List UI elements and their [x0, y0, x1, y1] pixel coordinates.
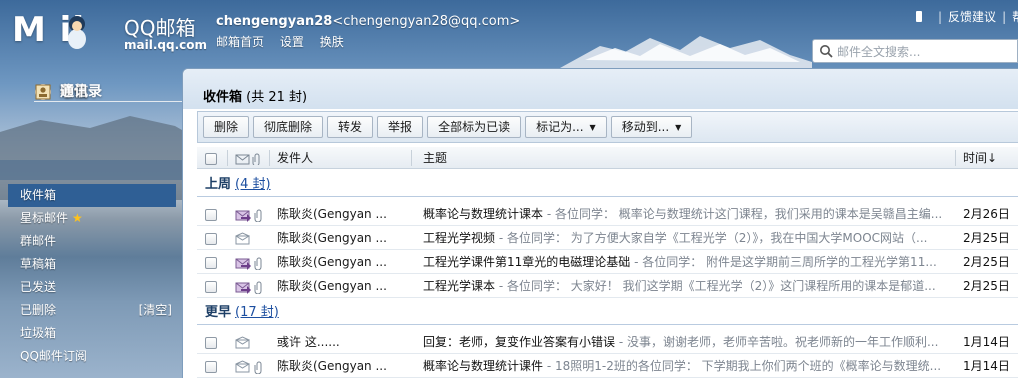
- forward-attachment-icon: [235, 250, 265, 274]
- mark-as-dropdown[interactable]: 标记为... ▼: [525, 116, 607, 138]
- row-sender: 陈耿炎(Gengyan ...: [277, 255, 387, 269]
- chevron-down-icon: ▼: [675, 123, 682, 132]
- row-checkbox[interactable]: [205, 336, 217, 349]
- row-checkbox[interactable]: [205, 208, 217, 221]
- row-sender: 彧许 这......: [277, 335, 340, 349]
- row-checkbox[interactable]: [205, 360, 217, 373]
- row-subject: 概率论与数理统计课本: [423, 207, 544, 221]
- table-row[interactable]: 陈耿炎(Gengyan ... 工程光学视频 - 各位同学： 为了方便大家自学《…: [197, 226, 1018, 250]
- mail-list-panel: 收件箱 (共 21 封) 删除 彻底删除 转发 举报 全部标为已读 标记为...…: [182, 68, 1018, 378]
- row-checkbox[interactable]: [205, 280, 217, 293]
- group-count-link[interactable]: (4 封): [235, 177, 271, 192]
- row-subject: 概率论与数理统计课件: [423, 359, 544, 373]
- row-date: 2月25日: [963, 255, 1010, 269]
- row-subject: 回复：老师，复变作业答案有小错误: [423, 335, 616, 349]
- forward-attachment-icon: [235, 274, 265, 298]
- chevron-down-icon: ▼: [589, 123, 596, 132]
- table-row[interactable]: 陈耿炎(Gengyan ... 概率论与数理统计课本 - 各位同学： 概率论与数…: [197, 202, 1018, 226]
- row-checkbox[interactable]: [205, 256, 217, 269]
- row-preview: - 各位同学： 大家好！ 我们这学期《工程光学（2）》这门课程所用的课本是郁道.…: [495, 279, 936, 293]
- row-sender: 陈耿炎(Gengyan ...: [277, 207, 387, 221]
- folder-group-mail[interactable]: 群邮件: [8, 230, 176, 253]
- row-date: 2月26日: [963, 207, 1010, 221]
- select-all-checkbox[interactable]: [205, 147, 217, 169]
- empty-trash-link[interactable]: [清空]: [139, 299, 172, 322]
- permanent-delete-button[interactable]: 彻底删除: [253, 116, 324, 138]
- report-button[interactable]: 举报: [377, 116, 424, 138]
- panel-header: [183, 69, 1018, 109]
- link-mail-home[interactable]: 邮箱首页: [216, 35, 264, 49]
- row-date: 1月14日: [963, 335, 1010, 349]
- row-date: 2月25日: [963, 231, 1010, 245]
- user-name: chengengyan28: [216, 14, 333, 29]
- folder-subscriptions[interactable]: QQ邮件订阅: [8, 345, 176, 368]
- row-subject: 工程光学视频: [423, 231, 496, 245]
- mobile-icon[interactable]: [916, 11, 922, 22]
- row-sender: 陈耿炎(Gengyan ...: [277, 231, 387, 245]
- star-icon: ★: [72, 211, 83, 225]
- folder-spam[interactable]: 垃圾箱: [8, 322, 176, 345]
- row-subject: 工程光学课本: [423, 279, 496, 293]
- contacts-icon: [35, 84, 51, 99]
- sender-column[interactable]: 发件人: [277, 147, 313, 169]
- mail-toolbar: 删除 彻底删除 转发 举报 全部标为已读 标记为... ▼ 移动到... ▼: [197, 111, 1018, 143]
- link-feedback[interactable]: 反馈建议: [948, 10, 996, 24]
- folder-sent[interactable]: 已发送: [8, 276, 176, 299]
- move-to-dropdown[interactable]: 移动到... ▼: [610, 116, 693, 138]
- qq-mail-logo[interactable]: M il QQ邮箱 mail.qq.com: [12, 8, 207, 52]
- mark-all-read-button[interactable]: 全部标为已读: [427, 116, 522, 138]
- search-input[interactable]: 邮件全文搜索...: [812, 39, 1018, 63]
- search-icon: [820, 45, 833, 58]
- row-subject: 工程光学课件第11章光的电磁理论基础: [423, 255, 631, 269]
- group-last-week: 上周 (4 封): [197, 173, 1018, 197]
- row-sender: 陈耿炎(Gengyan ...: [277, 279, 387, 293]
- forward-button[interactable]: 转发: [327, 116, 374, 138]
- subject-column[interactable]: 主题: [423, 147, 447, 169]
- link-change-skin[interactable]: 换肤: [320, 35, 344, 49]
- row-checkbox[interactable]: [205, 232, 217, 245]
- top-links: 邮箱首页 设置 换肤: [216, 33, 356, 50]
- folder-list: 收件箱 星标邮件 ★ 群邮件 草稿箱 已发送 已删除 [清空] 垃圾箱 QQ邮件订阅: [8, 184, 176, 368]
- row-preview: - 各位同学： 为了方便大家自学《工程光学（2）》，我在中国大学MOOC网站（.…: [495, 231, 928, 245]
- right-links: |反馈建议|帮: [916, 8, 1018, 25]
- logo-mascot-icon: [68, 16, 86, 49]
- read-mail-icon: [235, 226, 265, 250]
- time-column[interactable]: 时间↓: [963, 147, 997, 169]
- table-row[interactable]: 彧许 这...... 回复：老师，复变作业答案有小错误 - 没事，谢谢老师，老师…: [197, 330, 1018, 354]
- read-mail-attachment-icon: [235, 354, 265, 378]
- read-mail-icon: [235, 330, 265, 354]
- folder-deleted[interactable]: 已删除 [清空]: [8, 299, 176, 322]
- group-earlier: 更早 (17 封): [197, 301, 1018, 325]
- link-help[interactable]: 帮: [1012, 10, 1018, 24]
- row-date: 1月14日: [963, 359, 1010, 373]
- delete-button[interactable]: 删除: [203, 116, 250, 138]
- row-sender: 陈耿炎(Gengyan ...: [277, 359, 387, 373]
- user-email: <chengengyan28@qq.com>: [332, 14, 521, 29]
- folder-inbox[interactable]: 收件箱: [8, 184, 176, 207]
- table-row[interactable]: 陈耿炎(Gengyan ... 工程光学课件第11章光的电磁理论基础 - 各位同…: [197, 250, 1018, 274]
- column-header: 发件人 主题 时间↓: [197, 147, 1018, 169]
- row-preview: - 18照明1-2班的各位同学： 下学期我上你们两个班的《概率论与数理统...: [543, 359, 942, 373]
- row-preview: - 各位同学： 概率论与数理统计这门课程，我们采用的课本是吴赣昌主编...: [543, 207, 943, 221]
- forward-attachment-icon: [235, 202, 265, 226]
- page-title: 收件箱 (共 21 封): [203, 90, 308, 105]
- folder-drafts[interactable]: 草稿箱: [8, 253, 176, 276]
- row-date: 2月25日: [963, 279, 1010, 293]
- account-line: chengengyan28<chengengyan28@qq.com>: [216, 14, 520, 29]
- group-count-link[interactable]: (17 封): [235, 305, 279, 320]
- folder-starred[interactable]: 星标邮件 ★: [8, 207, 176, 230]
- table-row[interactable]: 陈耿炎(Gengyan ... 工程光学课本 - 各位同学： 大家好！ 我们这学…: [197, 274, 1018, 298]
- link-settings[interactable]: 设置: [280, 35, 304, 49]
- table-row[interactable]: 陈耿炎(Gengyan ... 概率论与数理统计课件 - 18照明1-2班的各位…: [197, 354, 1018, 378]
- mail-status-column-icon: [235, 147, 265, 169]
- row-preview: - 没事，谢谢老师，老师辛苦啦。祝老师新的一年工作顺利...: [615, 335, 939, 349]
- brand-domain: mail.qq.com: [124, 38, 207, 52]
- row-preview: - 各位同学： 附件是这学期前三周所学的工程光学第11...: [630, 255, 937, 269]
- search-placeholder: 邮件全文搜索...: [837, 44, 921, 59]
- brand-name: QQ邮箱: [124, 16, 196, 40]
